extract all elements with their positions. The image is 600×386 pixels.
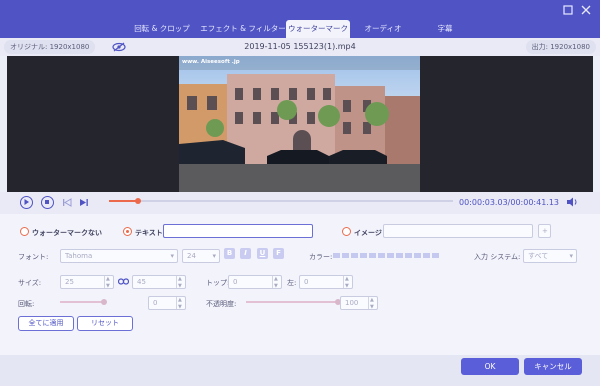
underline-button[interactable]: U	[257, 248, 268, 259]
tab-rotate-crop[interactable]: 回転 & クロップ	[124, 20, 200, 38]
video-frame[interactable]: www. Aiseesoft .jp	[179, 56, 420, 192]
opacity-slider[interactable]	[246, 299, 341, 305]
rotation-input[interactable]: 0	[148, 294, 186, 313]
stop-icon[interactable]	[41, 196, 54, 209]
height-value: 45	[137, 278, 146, 286]
tab-bar: 回転 & クロップ エフェクト & フィルター ウォーターマーク オーディオ 字…	[0, 20, 600, 38]
height-spinner[interactable]	[176, 273, 185, 292]
watermark-preview-text[interactable]: www. Aiseesoft .jp	[182, 59, 240, 65]
top-input[interactable]: 0	[228, 273, 282, 292]
left-spinner[interactable]	[343, 273, 352, 292]
info-bar: オリジナル: 1920x1080 2019-11-05 155123(1).mp…	[0, 38, 600, 56]
file-name: 2019-11-05 155123(1).mp4	[244, 42, 356, 51]
progress-track[interactable]	[109, 198, 453, 204]
maximize-icon[interactable]	[562, 4, 574, 16]
watermark-image-path[interactable]	[383, 224, 533, 238]
tab-effects-filters[interactable]: エフェクト & フィルター	[200, 20, 286, 38]
previous-frame-icon[interactable]	[62, 198, 72, 208]
no-watermark-label: ウォーターマークない	[32, 229, 102, 237]
top-label: トップ:	[206, 279, 230, 287]
width-input[interactable]: 25	[60, 273, 114, 292]
play-icon[interactable]	[20, 196, 33, 209]
text-watermark-label: テキスト	[135, 229, 163, 237]
width-value: 25	[65, 278, 74, 286]
rotation-value: 0	[153, 299, 158, 307]
opacity-input[interactable]: 100	[340, 294, 378, 313]
next-frame-icon[interactable]	[79, 198, 89, 208]
progress-fill	[109, 200, 138, 202]
dialog-footer: OK キャンセル	[0, 355, 600, 386]
apply-all-button[interactable]: 全てに適用	[18, 316, 74, 331]
opacity-value: 100	[345, 299, 359, 307]
left-input[interactable]: 0	[299, 273, 353, 292]
radio-text-watermark[interactable]	[123, 227, 132, 236]
image-watermark-label: イメージ	[354, 229, 382, 237]
tab-watermark[interactable]: ウォーターマーク	[286, 20, 350, 38]
font-family-select[interactable]: Tahoma	[60, 249, 178, 263]
ok-button[interactable]: OK	[461, 358, 519, 375]
link-aspect-icon[interactable]	[117, 277, 130, 286]
input-system-label: 入力 システム:	[474, 253, 521, 261]
font-size-select[interactable]: 24	[182, 249, 220, 263]
height-input[interactable]: 45	[132, 273, 186, 292]
cancel-button[interactable]: キャンセル	[524, 358, 582, 375]
left-value: 0	[304, 278, 309, 286]
tab-audio[interactable]: オーディオ	[352, 20, 414, 38]
size-label: サイズ:	[18, 279, 42, 287]
top-value: 0	[233, 278, 238, 286]
volume-icon[interactable]	[566, 197, 578, 207]
radio-image-watermark[interactable]	[342, 227, 351, 236]
timecode: 00:00:03.03/00:00:41.13	[459, 198, 559, 207]
width-spinner[interactable]	[104, 273, 113, 292]
output-resolution: 出力: 1920x1080	[525, 40, 596, 54]
input-system-select[interactable]: すべて	[523, 249, 577, 263]
close-icon[interactable]	[580, 4, 592, 16]
font-label: フォント:	[18, 253, 49, 261]
radio-no-watermark[interactable]	[20, 227, 29, 236]
bold-button[interactable]: B	[224, 248, 235, 259]
strikethrough-button[interactable]: F	[273, 248, 284, 259]
left-label: 左:	[287, 279, 297, 287]
opacity-label: 不透明度:	[206, 300, 237, 308]
opacity-spinner[interactable]	[368, 294, 377, 313]
add-image-button[interactable]: +	[538, 224, 551, 238]
reset-button[interactable]: リセット	[77, 316, 133, 331]
italic-button[interactable]: I	[240, 248, 251, 259]
rotation-spinner[interactable]	[176, 294, 185, 313]
rotation-slider[interactable]	[60, 299, 107, 305]
top-spinner[interactable]	[272, 273, 281, 292]
watermark-text-input[interactable]	[163, 224, 313, 238]
rotation-label: 回転:	[18, 300, 35, 308]
title-bar	[0, 0, 600, 20]
color-label: カラー:	[309, 253, 333, 261]
progress-thumb[interactable]	[134, 198, 141, 204]
tab-subtitle[interactable]: 字幕	[414, 20, 476, 38]
